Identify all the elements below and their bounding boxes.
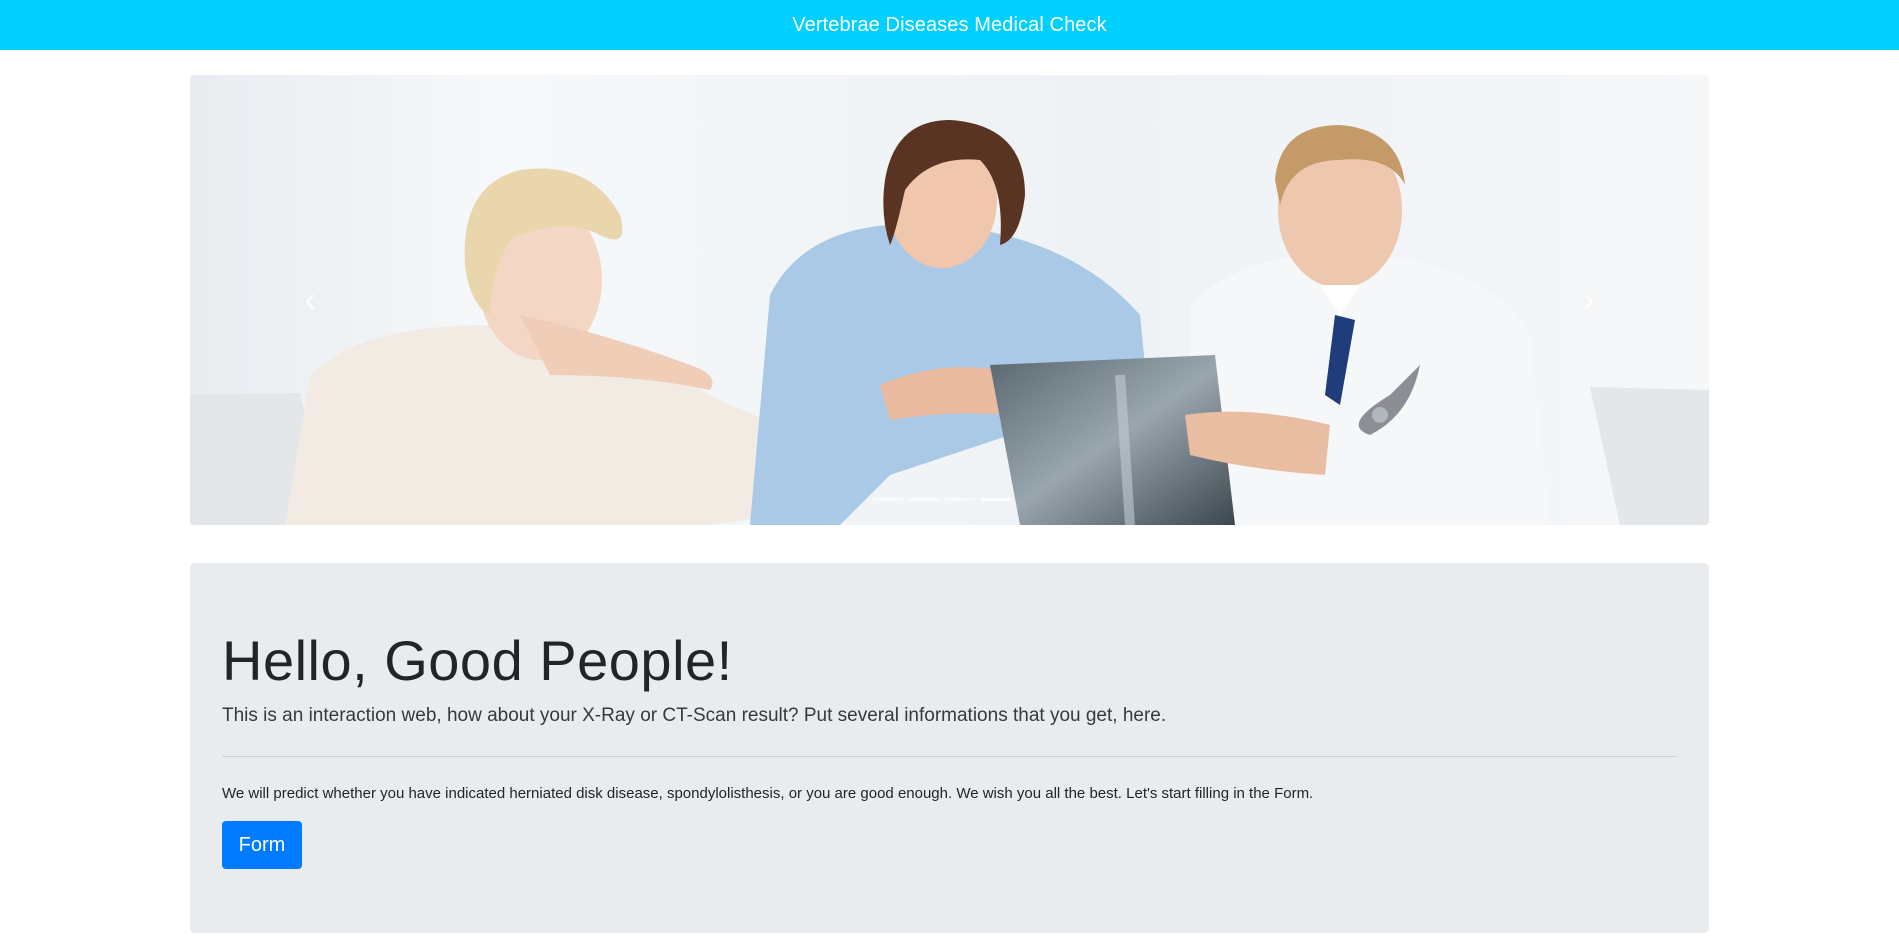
- divider: [222, 756, 1677, 757]
- site-title: Vertebrae Diseases Medical Check: [792, 13, 1107, 36]
- carousel-indicator-active[interactable]: [980, 498, 1011, 501]
- top-navbar: Vertebrae Diseases Medical Check: [0, 0, 1899, 50]
- carousel-next-control[interactable]: ›: [1559, 275, 1619, 325]
- carousel-prev-control[interactable]: ‹: [280, 275, 340, 325]
- carousel-indicators: [190, 498, 1701, 501]
- description-text: We will predict whether you have indicat…: [222, 785, 1314, 802]
- jumbotron: [190, 563, 1709, 933]
- carousel-indicator[interactable]: [944, 498, 975, 501]
- chevron-right-icon: ›: [1583, 280, 1595, 319]
- image-carousel[interactable]: ‹ ›: [190, 75, 1709, 525]
- chevron-left-icon: ‹: [304, 280, 316, 319]
- carousel-indicator[interactable]: [908, 498, 939, 501]
- carousel-indicator[interactable]: [872, 498, 903, 501]
- page-title: Hello, Good People!: [222, 629, 733, 692]
- form-button[interactable]: Form: [222, 821, 302, 869]
- carousel-slide-image: [190, 75, 1709, 525]
- lead-text: This is an interaction web, how about yo…: [222, 705, 1167, 726]
